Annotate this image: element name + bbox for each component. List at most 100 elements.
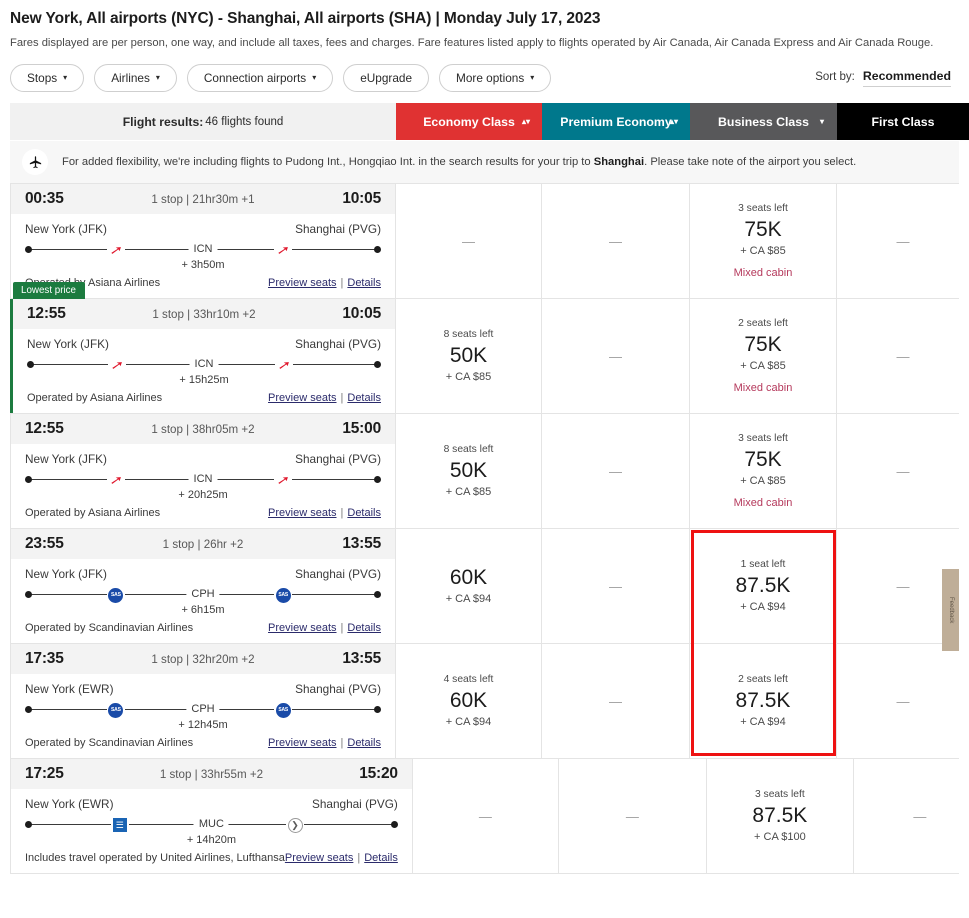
tab-business-class[interactable]: Business Class ▾ <box>690 103 837 140</box>
unavailable-dash: — <box>609 233 622 249</box>
details-link[interactable]: Details <box>364 852 398 864</box>
preview-seats-link[interactable]: Preview seats <box>268 622 336 634</box>
first-class-fare-cell[interactable]: — <box>837 414 969 528</box>
notice-destination: Shanghai <box>593 156 645 168</box>
row-links: Preview seats | Details <box>285 852 398 864</box>
premium-economy-fare-cell[interactable]: — <box>542 414 690 528</box>
destination-dot-icon <box>374 591 381 598</box>
origin-dot-icon <box>25 476 32 483</box>
preview-seats-link[interactable]: Preview seats <box>285 852 353 864</box>
economy-fare-cell[interactable]: — <box>396 184 542 298</box>
economy-fare-cell[interactable]: — <box>413 759 559 873</box>
airport-labels: New York (EWR) Shanghai (PVG) <box>25 797 398 811</box>
asiana-logo-icon: ➚ <box>276 357 292 372</box>
filter-stops-button[interactable]: Stops ▾ <box>10 64 85 92</box>
table-row[interactable]: 17:25 1 stop | 33hr55m +2 15:20 New York (E… <box>10 759 959 874</box>
economy-fare-cell[interactable]: 8 seats left 50K + CA $85 <box>396 299 542 413</box>
sort-stepper-icon[interactable]: ▴▾ <box>522 117 530 125</box>
filter-stops-label: Stops <box>27 71 58 85</box>
premium-economy-fare-cell[interactable]: — <box>542 184 690 298</box>
operating-airline-logo-2: ➚ <box>274 241 293 259</box>
itinerary-cell[interactable]: 23:55 1 stop | 26hr +2 13:55 New York (JFK)… <box>10 529 396 643</box>
layover-duration: + 6h15m <box>181 604 225 616</box>
details-link[interactable]: Details <box>347 737 381 749</box>
first-class-fare-cell[interactable]: — <box>854 759 969 873</box>
origin-airport: New York (JFK) <box>27 337 109 351</box>
business-fare-cell[interactable]: 3 seats left 87.5K + CA $100 <box>707 759 854 873</box>
feedback-edge-tab[interactable]: Feedback <box>942 569 959 651</box>
operated-by-label: Operated by Scandinavian Airlines <box>25 737 194 749</box>
details-link[interactable]: Details <box>347 277 381 289</box>
unavailable-dash: — <box>609 463 622 479</box>
table-row[interactable]: 23:55 1 stop | 26hr +2 13:55 New York (JFK)… <box>10 529 959 644</box>
first-class-fare-cell[interactable]: — <box>837 644 969 758</box>
table-row[interactable]: 12:55 1 stop | 38hr05m +2 15:00 New York (J… <box>10 414 959 529</box>
filter-more-options-button[interactable]: More options ▾ <box>439 64 552 92</box>
notice-text: For added flexibility, we're including f… <box>62 156 856 168</box>
unavailable-dash: — <box>609 578 622 594</box>
economy-fare-cell[interactable]: 4 seats left 60K + CA $94 <box>396 644 542 758</box>
itinerary-cell[interactable]: 17:25 1 stop | 33hr55m +2 15:20 New York (E… <box>10 759 413 873</box>
economy-fare-cell[interactable]: 8 seats left 50K + CA $85 <box>396 414 542 528</box>
table-row[interactable]: Lowest price 12:55 1 stop | 33hr10m +2 10:0… <box>10 282 959 414</box>
tab-first-class[interactable]: First Class <box>837 103 969 140</box>
first-class-fare-cell[interactable]: — <box>837 184 969 298</box>
link-separator: | <box>340 392 344 404</box>
layover-duration: + 20h25m <box>178 489 228 501</box>
premium-economy-fare-cell[interactable]: — <box>542 529 690 643</box>
airplane-icon <box>22 149 48 175</box>
preview-seats-link[interactable]: Preview seats <box>268 392 336 404</box>
business-fare-cell[interactable]: 1 seat left 87.5K + CA $94 <box>690 529 837 643</box>
premium-economy-fare-cell[interactable]: — <box>559 759 707 873</box>
tab-premium-economy[interactable]: Premium Economy ▴▾ <box>542 103 690 140</box>
united-logo-icon: ☰ <box>112 818 127 832</box>
preview-seats-link[interactable]: Preview seats <box>268 277 336 289</box>
origin-dot-icon <box>25 821 32 828</box>
itinerary-cell[interactable]: 17:35 1 stop | 32hr20m +2 13:55 New York (E… <box>10 644 396 758</box>
feedback-edge-tab-label: Feedback <box>948 596 954 624</box>
business-fare-cell[interactable]: 3 seats left 75K + CA $85 Mixed cabin <box>690 184 837 298</box>
details-link[interactable]: Details <box>347 392 381 404</box>
operating-airline-logo-1: ➚ <box>106 241 125 259</box>
business-fare-cell[interactable]: 3 seats left 75K + CA $85 Mixed cabin <box>690 414 837 528</box>
business-fare-cell[interactable]: 2 seats left 75K + CA $85 Mixed cabin <box>690 299 837 413</box>
destination-airport: Shanghai (PVG) <box>311 797 398 811</box>
filter-connection-airports-button[interactable]: Connection airports ▾ <box>186 64 334 92</box>
fare-miles: 60K <box>449 689 488 713</box>
fare-taxes: + CA $94 <box>740 600 786 613</box>
operating-airline-logo-2: ➚ <box>274 471 293 489</box>
itinerary-cell[interactable]: 12:55 1 stop | 38hr05m +2 15:00 New York (J… <box>10 414 396 528</box>
filter-more-options-label: More options <box>456 71 525 85</box>
premium-economy-fare-cell[interactable]: — <box>542 644 690 758</box>
first-class-fare-cell[interactable]: — <box>837 299 969 413</box>
destination-dot-icon <box>374 246 381 253</box>
economy-fare-cell[interactable]: 60K + CA $94 <box>396 529 542 643</box>
fare-taxes: + CA $94 <box>740 715 786 728</box>
table-row[interactable]: 00:35 1 stop | 21hr30m +1 10:05 New York (J… <box>10 183 959 299</box>
preview-seats-link[interactable]: Preview seats <box>268 507 336 519</box>
route-timeline: ☰ ❯ MUC <box>25 816 398 834</box>
details-link[interactable]: Details <box>347 622 381 634</box>
premium-economy-fare-cell[interactable]: — <box>542 299 690 413</box>
destination-dot-icon <box>390 821 398 828</box>
details-link[interactable]: Details <box>347 507 381 519</box>
itinerary-cell[interactable]: 00:35 1 stop | 21hr30m +1 10:05 New York (J… <box>10 184 396 298</box>
sort-stepper-icon[interactable]: ▴▾ <box>670 117 678 125</box>
tab-economy-class[interactable]: Economy Class ▴▾ <box>396 103 542 140</box>
seats-left-label: 8 seats left <box>443 329 494 341</box>
itinerary-times: 12:55 1 stop | 38hr05m +2 15:00 <box>11 414 395 444</box>
table-row[interactable]: 17:35 1 stop | 32hr20m +2 13:55 New York (E… <box>10 644 959 759</box>
sort-by-value[interactable]: Recommended <box>862 69 951 87</box>
preview-seats-link[interactable]: Preview seats <box>268 737 336 749</box>
filter-airlines-button[interactable]: Airlines ▾ <box>94 64 177 92</box>
chevron-down-icon[interactable]: ▾ <box>820 117 824 126</box>
seats-left-label: 8 seats left <box>443 444 494 456</box>
business-fare-cell[interactable]: 2 seats left 87.5K + CA $94 <box>690 644 837 758</box>
connection-airport-code: ICN <box>188 242 218 256</box>
fare-miles: 50K <box>449 459 488 483</box>
origin-dot-icon <box>25 246 32 253</box>
origin-dot-icon <box>25 591 32 598</box>
filter-eupgrade-button[interactable]: eUpgrade <box>343 64 430 92</box>
itinerary-cell[interactable]: Lowest price 12:55 1 stop | 33hr10m +2 10:0… <box>10 282 396 413</box>
sas-logo-icon: SAS <box>108 702 124 718</box>
